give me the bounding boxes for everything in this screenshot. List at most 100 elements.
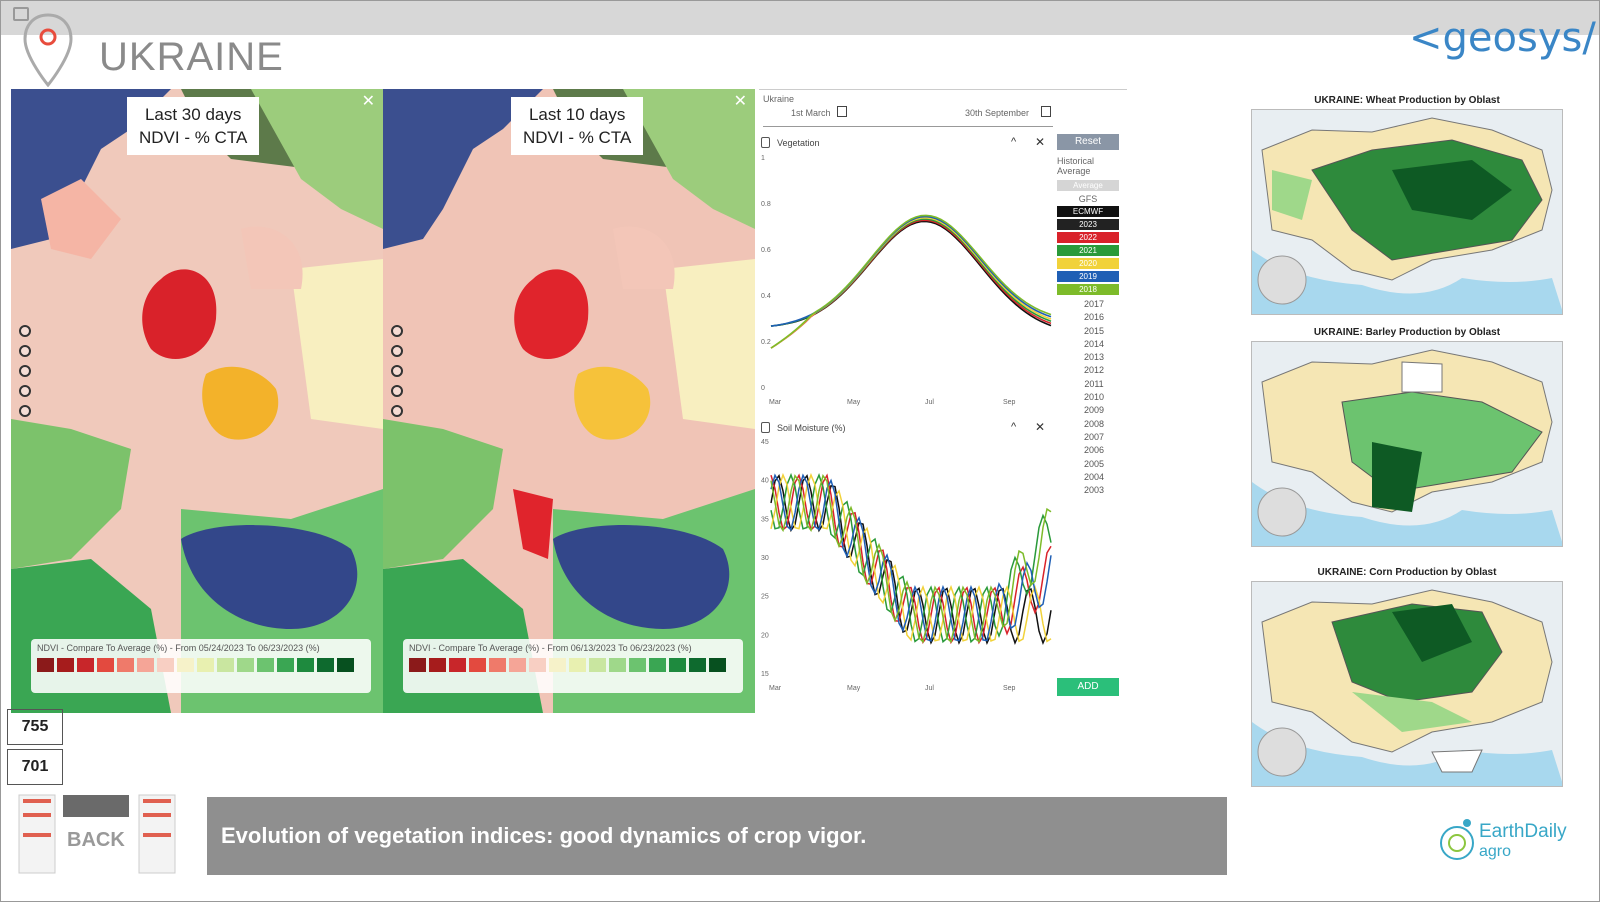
map-toolbar[interactable] bbox=[391, 325, 407, 425]
axis-tick-label: 15 bbox=[761, 671, 769, 678]
axis-tick-label: Sep bbox=[1003, 685, 1016, 692]
legend-swatch bbox=[449, 658, 466, 672]
legend-swatch bbox=[709, 658, 726, 672]
legend-swatch bbox=[117, 658, 134, 672]
close-icon[interactable]: ✕ bbox=[1035, 420, 1045, 434]
model-button-2018[interactable]: 2018 bbox=[1057, 284, 1119, 295]
date-start[interactable]: 1st March bbox=[791, 108, 831, 118]
model-button-2023[interactable]: 2023 bbox=[1057, 219, 1119, 230]
axis-tick-label: Sep bbox=[1003, 399, 1016, 406]
axis-tick-label: 25 bbox=[761, 594, 769, 601]
year-item[interactable]: 2005 bbox=[1063, 458, 1125, 471]
legend-swatch bbox=[217, 658, 234, 672]
add-button[interactable]: ADD bbox=[1057, 678, 1119, 696]
legend-swatch bbox=[649, 658, 666, 672]
ndvi-map-10-days[interactable]: Last 10 days NDVI - % CTA ✕ NDVI - Compa… bbox=[383, 89, 755, 713]
model-button-2020[interactable]: 2020 bbox=[1057, 258, 1119, 269]
year-item[interactable]: 2003 bbox=[1063, 484, 1125, 497]
legend-swatch bbox=[257, 658, 274, 672]
year-item[interactable]: 2016 bbox=[1063, 311, 1125, 324]
vegetation-title: Vegetation bbox=[777, 138, 820, 148]
counter-box: 701 bbox=[7, 749, 63, 785]
axis-tick-label: 0.6 bbox=[761, 247, 771, 254]
legend-swatch bbox=[37, 658, 54, 672]
legend-swatch bbox=[469, 658, 486, 672]
vegetation-series-line bbox=[770, 220, 1052, 327]
year-item[interactable]: 2009 bbox=[1063, 404, 1125, 417]
top-bar bbox=[1, 1, 1599, 35]
year-list: 2017 2016 2015 2014 2013 2012 2011 2010 2009 2008… bbox=[1063, 298, 1125, 497]
layers-icon[interactable] bbox=[391, 325, 403, 337]
zoom-in-icon[interactable] bbox=[391, 345, 403, 357]
vegetation-series-line bbox=[770, 218, 1052, 327]
year-item[interactable]: 2006 bbox=[1063, 444, 1125, 457]
model-button-ecmwf[interactable]: ECMWF bbox=[1057, 206, 1119, 217]
zoom-out-icon[interactable] bbox=[19, 365, 31, 377]
vegetation-series-line bbox=[770, 216, 1052, 349]
back-button[interactable]: BACK bbox=[17, 793, 177, 875]
search-icon[interactable] bbox=[391, 405, 403, 417]
legend-swatch bbox=[549, 658, 566, 672]
year-item[interactable]: 2014 bbox=[1063, 338, 1125, 351]
year-item[interactable]: 2013 bbox=[1063, 351, 1125, 364]
locate-icon[interactable] bbox=[19, 385, 31, 397]
year-item[interactable]: 2010 bbox=[1063, 391, 1125, 404]
year-item[interactable]: 2004 bbox=[1063, 471, 1125, 484]
layers-icon[interactable] bbox=[19, 325, 31, 337]
year-item[interactable]: 2015 bbox=[1063, 325, 1125, 338]
legend-swatch bbox=[77, 658, 94, 672]
model-button-2022[interactable]: 2022 bbox=[1057, 232, 1119, 243]
historical-average-label: Historical Average bbox=[1057, 156, 1095, 176]
axis-tick-label: 0.4 bbox=[761, 293, 771, 300]
legend-swatch bbox=[509, 658, 526, 672]
back-label: BACK bbox=[67, 829, 125, 851]
calendar-icon[interactable] bbox=[1041, 106, 1051, 117]
legend-swatch bbox=[157, 658, 174, 672]
counter-box: 755 bbox=[7, 709, 63, 745]
barley-production-map: UKRAINE: Barley Production by Oblast bbox=[1251, 327, 1563, 547]
zoom-out-icon[interactable] bbox=[391, 365, 403, 377]
zoom-in-icon[interactable] bbox=[19, 345, 31, 357]
calendar-icon[interactable] bbox=[837, 106, 847, 117]
legend-swatch bbox=[337, 658, 354, 672]
close-icon[interactable]: ✕ bbox=[362, 91, 375, 111]
collapse-icon[interactable]: ^ bbox=[1011, 421, 1016, 433]
globe-icon bbox=[1440, 819, 1474, 860]
ndvi-map-image bbox=[383, 89, 755, 713]
close-icon[interactable]: ✕ bbox=[1035, 135, 1045, 149]
model-button-2021[interactable]: 2021 bbox=[1057, 245, 1119, 256]
soil-icon bbox=[761, 422, 770, 433]
year-item[interactable]: 2011 bbox=[1063, 378, 1125, 391]
vegetation-chart: 1 0.8 0.6 0.4 0.2 0 Mar May Jul Sep bbox=[761, 155, 1052, 406]
search-icon[interactable] bbox=[19, 405, 31, 417]
average-button[interactable]: Average bbox=[1057, 180, 1119, 191]
locate-icon[interactable] bbox=[391, 385, 403, 397]
ndvi-map-30-days[interactable]: Last 30 days NDVI - % CTA ✕ NDVI - Compa… bbox=[11, 89, 383, 713]
ndvi-legend: NDVI - Compare To Average (%) - From 06/… bbox=[403, 639, 743, 693]
model-button-2019[interactable]: 2019 bbox=[1057, 271, 1119, 282]
reset-button[interactable]: Reset bbox=[1057, 134, 1119, 150]
year-item[interactable]: 2007 bbox=[1063, 431, 1125, 444]
axis-tick-label: 45 bbox=[761, 439, 769, 446]
axis-tick-label: 20 bbox=[761, 632, 769, 639]
vegetation-icon bbox=[761, 137, 770, 148]
collapse-icon[interactable]: ^ bbox=[1011, 136, 1016, 148]
ndvi-map-image bbox=[11, 89, 383, 713]
map-label: Last 30 days NDVI - % CTA bbox=[127, 97, 260, 155]
map-toolbar[interactable] bbox=[19, 325, 35, 425]
gfs-label[interactable]: GFS bbox=[1057, 194, 1119, 204]
axis-tick-label: Mar bbox=[769, 685, 782, 692]
legend-swatch bbox=[137, 658, 154, 672]
year-item[interactable]: 2012 bbox=[1063, 364, 1125, 377]
wheat-production-map: UKRAINE: Wheat Production by Oblast bbox=[1251, 95, 1563, 315]
date-end[interactable]: 30th September bbox=[965, 108, 1029, 118]
close-icon[interactable]: ✕ bbox=[734, 91, 747, 111]
legend-swatch bbox=[177, 658, 194, 672]
soil-title: Soil Moisture (%) bbox=[777, 423, 846, 433]
axis-tick-label: 1 bbox=[761, 155, 765, 162]
geosys-logo: <geosys/> bbox=[1409, 15, 1599, 61]
legend-swatch bbox=[97, 658, 114, 672]
year-item[interactable]: 2017 bbox=[1063, 298, 1125, 311]
axis-tick-label: Mar bbox=[769, 399, 782, 406]
year-item[interactable]: 2008 bbox=[1063, 418, 1125, 431]
